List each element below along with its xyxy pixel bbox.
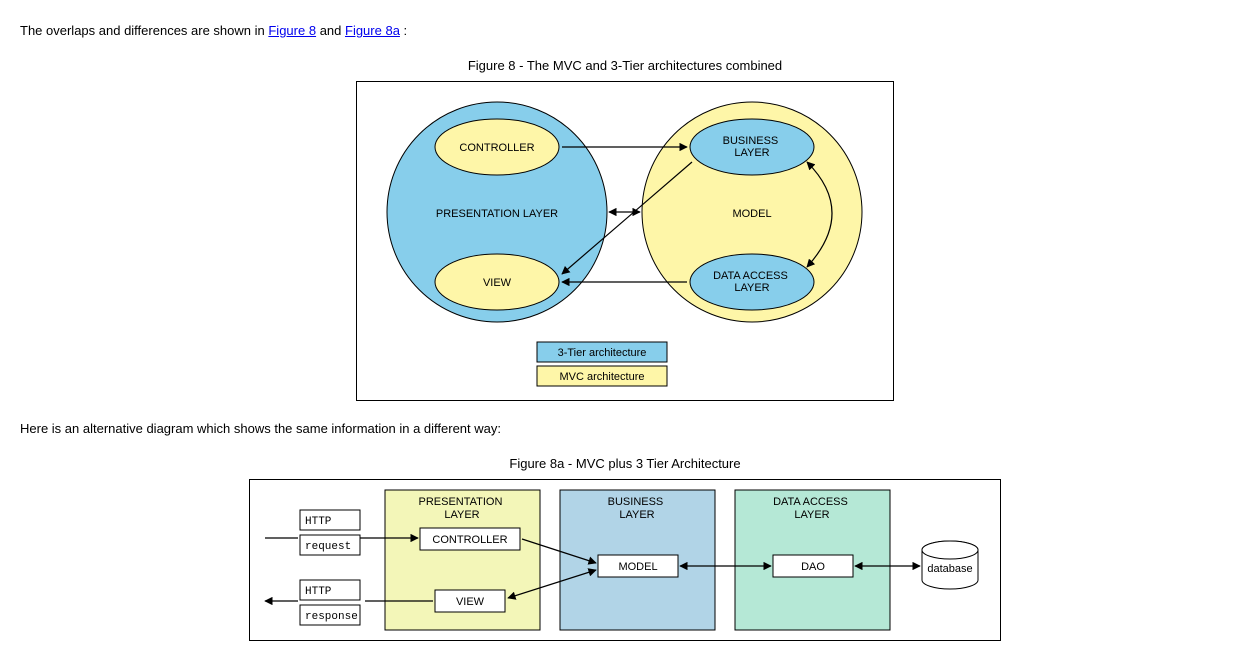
intro-post: : xyxy=(404,23,408,38)
view-label: VIEW xyxy=(483,277,512,289)
intro-mid: and xyxy=(320,23,345,38)
presentation-layer-label: PRESENTATION LAYER xyxy=(436,208,558,220)
intro-text: The overlaps and differences are shown i… xyxy=(20,23,1230,38)
http-label-1: HTTP xyxy=(305,516,332,528)
model-label: MODEL xyxy=(732,208,771,220)
view-box-label: VIEW xyxy=(456,596,485,608)
figure-8a-link[interactable]: Figure 8a xyxy=(345,23,400,38)
controller-box-label: CONTROLLER xyxy=(432,534,507,546)
figure-8-link[interactable]: Figure 8 xyxy=(268,23,316,38)
dao-box-label: DAO xyxy=(801,561,825,573)
controller-label: CONTROLLER xyxy=(459,142,534,154)
legend-3tier-label: 3-Tier architecture xyxy=(558,347,647,359)
intro-pre: The overlaps and differences are shown i… xyxy=(20,23,268,38)
database-label: database xyxy=(927,563,972,575)
legend-mvc-label: MVC architecture xyxy=(560,371,645,383)
figure-8-diagram: PRESENTATION LAYER CONTROLLER VIEW MODEL… xyxy=(356,81,894,401)
figure-8-caption: Figure 8 - The MVC and 3-Tier architectu… xyxy=(20,58,1230,73)
request-label: request xyxy=(305,541,351,553)
figure-8a-diagram: PRESENTATION LAYER CONTROLLER VIEW BUSIN… xyxy=(249,479,1001,641)
between-text: Here is an alternative diagram which sho… xyxy=(20,421,1230,436)
http-label-2: HTTP xyxy=(305,586,332,598)
model-box-label: MODEL xyxy=(618,561,657,573)
figure-8a-caption: Figure 8a - MVC plus 3 Tier Architecture xyxy=(20,456,1230,471)
response-label: response xyxy=(305,611,358,623)
